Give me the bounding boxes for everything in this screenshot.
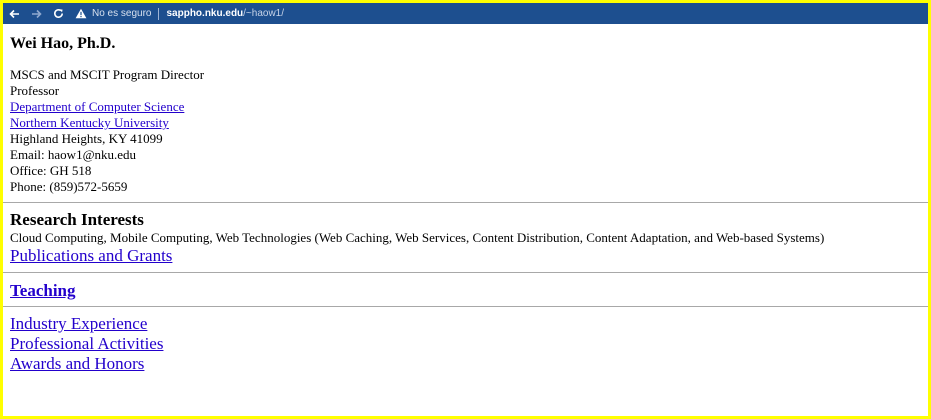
job-title-director: MSCS and MSCIT Program Director bbox=[10, 67, 205, 82]
research-section: Research Interests Cloud Computing, Mobi… bbox=[10, 210, 925, 266]
forward-button[interactable] bbox=[25, 3, 47, 24]
email-text: Email: haow1@nku.edu bbox=[10, 147, 137, 162]
professional-activities-link[interactable]: Professional Activities bbox=[10, 334, 163, 354]
url-path: /~haow1/ bbox=[243, 8, 285, 19]
address-bar[interactable]: No es seguro sappho.nku.edu /~haow1/ bbox=[75, 3, 284, 24]
office-text: Office: GH 518 bbox=[10, 163, 92, 178]
arrow-left-icon bbox=[8, 9, 19, 18]
arrow-right-icon bbox=[31, 9, 42, 18]
teaching-section: Teaching bbox=[10, 281, 76, 301]
job-title-professor: Professor bbox=[10, 83, 60, 98]
divider-2 bbox=[3, 272, 928, 273]
city-text: Highland Heights, KY 41099 bbox=[10, 131, 163, 146]
back-button[interactable] bbox=[3, 3, 25, 24]
divider-1 bbox=[3, 202, 928, 203]
more-links-section: Industry Experience Professional Activit… bbox=[10, 314, 163, 374]
research-interests-text: Cloud Computing, Mobile Computing, Web T… bbox=[10, 230, 825, 245]
page-title: Wei Hao, Ph.D. bbox=[10, 35, 116, 52]
industry-experience-link[interactable]: Industry Experience bbox=[10, 314, 163, 334]
page-content: Wei Hao, Ph.D. MSCS and MSCIT Program Di… bbox=[10, 34, 928, 195]
reload-button[interactable] bbox=[47, 3, 69, 24]
teaching-link[interactable]: Teaching bbox=[10, 281, 76, 300]
security-warning-text: No es seguro bbox=[92, 8, 152, 19]
reload-icon bbox=[53, 9, 63, 18]
department-link[interactable]: Department of Computer Science bbox=[10, 99, 928, 115]
url-host: sappho.nku.edu bbox=[166, 8, 244, 19]
divider-3 bbox=[3, 306, 928, 307]
warning-icon bbox=[75, 8, 87, 20]
contact-info: MSCS and MSCIT Program Director Professo… bbox=[10, 67, 928, 195]
awards-link[interactable]: Awards and Honors bbox=[10, 354, 163, 374]
university-link[interactable]: Northern Kentucky University bbox=[10, 115, 928, 131]
publications-link[interactable]: Publications and Grants bbox=[10, 246, 925, 266]
phone-text: Phone: (859)572-5659 bbox=[10, 179, 128, 194]
browser-toolbar: No es seguro sappho.nku.edu /~haow1/ bbox=[3, 3, 928, 24]
research-heading: Research Interests bbox=[10, 210, 144, 229]
address-separator bbox=[158, 7, 160, 20]
